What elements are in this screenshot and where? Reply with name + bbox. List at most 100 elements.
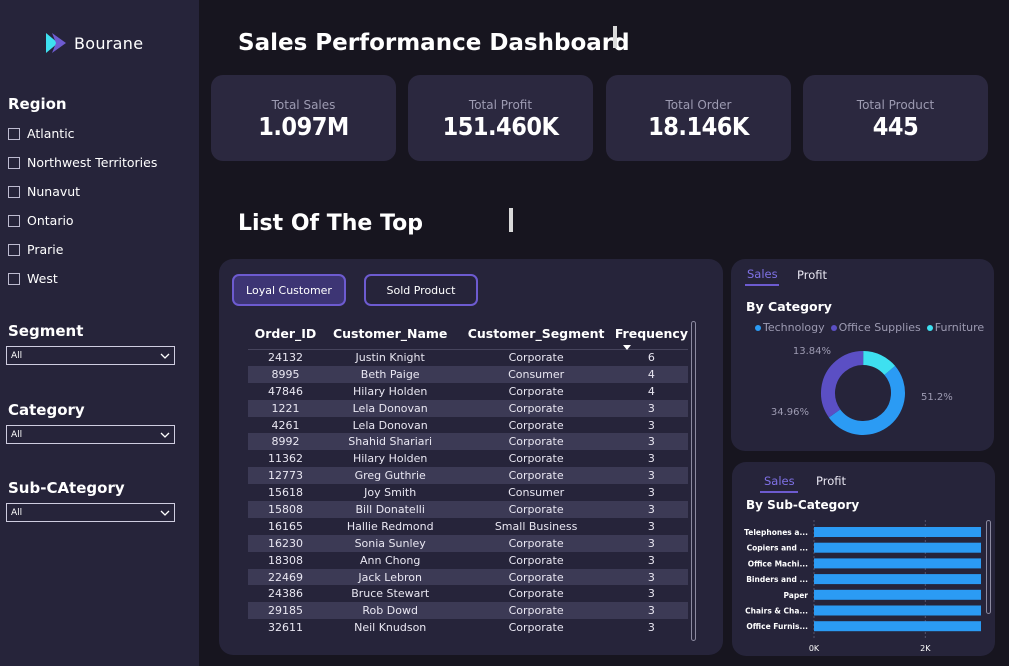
- table-cell: Bruce Stewart: [351, 587, 430, 601]
- chart-scrollbar[interactable]: [986, 520, 991, 614]
- loyal-customer-button[interactable]: Loyal Customer: [232, 274, 346, 306]
- table-row[interactable]: 11362 Hilary Holden Corporate 3: [248, 450, 688, 467]
- table-cell: 11362: [267, 452, 303, 466]
- x-tick-label: 2K: [920, 644, 931, 653]
- checkbox[interactable]: [8, 127, 20, 140]
- table-row[interactable]: 32611 Neil Knudson Corporate 3: [248, 619, 688, 636]
- top-list-panel: Loyal Customer Sold Product Order_ID Cus…: [219, 259, 723, 655]
- bar[interactable]: [814, 558, 981, 569]
- table-row[interactable]: 12773 Greg Guthrie Corporate 3: [248, 467, 688, 485]
- table-cell: Rob Dowd: [322, 602, 458, 620]
- bar-category-label: Binders and ...: [746, 575, 808, 584]
- donut-data-label: 13.84%: [793, 346, 831, 357]
- column-header-customer-segment[interactable]: Customer_Segment: [457, 319, 615, 350]
- table-cell: 1221: [248, 399, 323, 417]
- checkbox[interactable]: [8, 214, 20, 227]
- chevron-down-icon: [160, 510, 170, 516]
- checkbox[interactable]: [8, 185, 20, 198]
- table-cell: 3: [647, 621, 655, 635]
- checkbox[interactable]: [8, 272, 20, 285]
- table-cell: Small Business: [494, 519, 578, 533]
- region-option[interactable]: Northwest Territories: [8, 148, 157, 177]
- table-row[interactable]: 16230 Sonia Sunley Corporate 3: [248, 534, 688, 552]
- chevron-down-icon: [160, 432, 170, 438]
- table-scrollbar[interactable]: [691, 321, 696, 641]
- subcategory-card: Sales Profit By Sub-Category 0K 2K Telepho…: [732, 462, 995, 656]
- table-cell: 18308: [267, 553, 303, 567]
- table-header-row: Order_ID Customer_Name Customer_Segment …: [248, 319, 688, 350]
- table-cell: 3: [647, 519, 655, 533]
- table-cell: Corporate: [457, 467, 615, 485]
- region-option[interactable]: West: [8, 264, 157, 293]
- table-row[interactable]: 8992 Shahid Shariari Corporate 3: [248, 433, 688, 451]
- bar[interactable]: [814, 527, 981, 537]
- column-header-customer-name[interactable]: Customer_Name: [322, 319, 458, 350]
- bar-category-label: Office Furnis...: [746, 622, 808, 631]
- region-label: Atlantic: [27, 126, 75, 141]
- table-row[interactable]: 1221 Lela Donovan Corporate 3: [248, 399, 688, 417]
- table-row[interactable]: 16165 Hallie Redmond Small Business 3: [248, 518, 688, 535]
- bar-category-label: Telephones a...: [744, 528, 808, 537]
- table-row[interactable]: 22469 Jack Lebron Corporate 3: [248, 568, 688, 586]
- table-cell: Joy Smith: [364, 486, 417, 500]
- table-row[interactable]: 29185 Rob Dowd Corporate 3: [248, 602, 688, 620]
- bar-category-label: Office Machi...: [748, 559, 808, 568]
- table-cell: 3: [647, 418, 655, 432]
- bar-category-label: Chairs & Cha...: [745, 607, 808, 616]
- table-row[interactable]: 15808 Bill Donatelli Corporate 3: [248, 501, 688, 518]
- table-row[interactable]: 47846 Hilary Holden Corporate 4: [248, 383, 688, 400]
- kpi-card-total-product: Total Product 445: [803, 75, 988, 161]
- category-value: All: [11, 429, 23, 440]
- column-header-frequency[interactable]: Frequency: [614, 319, 688, 350]
- region-filter: Atlantic Northwest Territories Nunavut Onta…: [8, 119, 157, 293]
- table-row[interactable]: 24386 Bruce Stewart Corporate 3: [248, 585, 688, 602]
- table-row[interactable]: 8995 Beth Paige Consumer 4: [248, 365, 688, 383]
- segment-dropdown[interactable]: All: [6, 346, 175, 365]
- table-cell: 3: [614, 399, 688, 417]
- table-cell: Jack Lebron: [322, 568, 458, 586]
- x-tick-label: 0K: [809, 644, 820, 653]
- table-cell: Consumer: [457, 365, 615, 383]
- table-row[interactable]: 15618 Joy Smith Consumer 3: [248, 484, 688, 501]
- category-card: Sales Profit By Category Technology Offic…: [731, 259, 994, 451]
- bar[interactable]: [814, 605, 981, 616]
- logo-icon: [46, 33, 66, 53]
- region-option[interactable]: Atlantic: [8, 119, 157, 148]
- region-option[interactable]: Nunavut: [8, 177, 157, 206]
- category-dropdown[interactable]: All: [6, 425, 175, 444]
- region-option[interactable]: Ontario: [8, 206, 157, 235]
- table-row[interactable]: 4261 Lela Donovan Corporate 3: [248, 417, 688, 434]
- bar[interactable]: [814, 574, 981, 585]
- bar[interactable]: [814, 542, 981, 553]
- category-title: Category: [8, 401, 85, 419]
- region-label: Nunavut: [27, 184, 81, 199]
- table-row[interactable]: 18308 Ann Chong Corporate 3: [248, 552, 688, 569]
- table-row[interactable]: 24132 Justin Knight Corporate 6: [248, 349, 688, 366]
- bar-category-label: Paper: [783, 591, 808, 600]
- table-cell: Consumer: [508, 486, 565, 500]
- table-cell: Corporate: [508, 621, 564, 635]
- subcategory-dropdown[interactable]: All: [6, 503, 175, 522]
- bar[interactable]: [814, 621, 981, 632]
- table-cell: 29185: [248, 602, 323, 620]
- subcategory-title: Sub-CAtegory: [8, 479, 125, 497]
- table-cell: 3: [614, 467, 688, 485]
- region-option[interactable]: Prarie: [8, 235, 157, 264]
- column-header-order-id[interactable]: Order_ID: [248, 319, 323, 350]
- table-cell: 12773: [248, 467, 323, 485]
- text-cursor: [613, 26, 617, 48]
- table-cell: 4261: [271, 418, 300, 432]
- table-cell: 3: [614, 433, 688, 451]
- table-cell: Shahid Shariari: [322, 433, 458, 451]
- checkbox[interactable]: [8, 243, 20, 256]
- table-cell: Corporate: [508, 418, 564, 432]
- region-label: Northwest Territories: [27, 155, 158, 170]
- sold-product-button[interactable]: Sold Product: [364, 274, 478, 306]
- table-cell: Corporate: [457, 568, 615, 586]
- segment-title: Segment: [8, 322, 84, 340]
- table-cell: 3: [614, 534, 688, 552]
- table-cell: 3: [647, 452, 655, 466]
- checkbox[interactable]: [8, 156, 20, 169]
- kpi-value: 445: [872, 112, 919, 141]
- bar[interactable]: [814, 589, 981, 600]
